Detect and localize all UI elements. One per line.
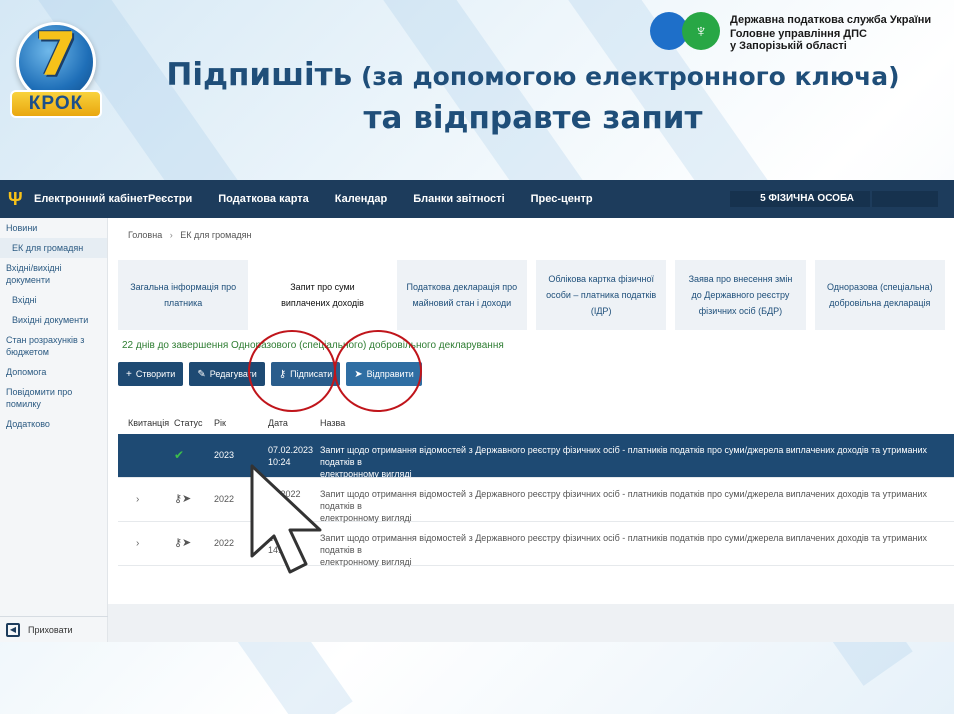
key-send-icon: ⚷➤ bbox=[174, 537, 192, 549]
trident-icon: Ψ bbox=[8, 189, 23, 209]
top-navigation: Ψ Електронний кабінет Реєстри Податкова … bbox=[0, 180, 954, 218]
brand[interactable]: Ψ Електронний кабінет bbox=[8, 180, 148, 218]
table-header: Квитанція Статус Рік Дата Назва bbox=[118, 414, 954, 434]
header-date: Дата bbox=[268, 418, 288, 428]
chevron-right-icon[interactable]: › bbox=[136, 538, 139, 549]
sidebar-item-extra[interactable]: Додатково bbox=[0, 414, 107, 434]
hide-label: Приховати bbox=[28, 624, 73, 635]
step-number: 7 bbox=[35, 20, 77, 90]
main-content: Головна › ЕК для громадян Загальна інфор… bbox=[108, 218, 954, 642]
title-main: Підпишіть bbox=[166, 57, 353, 93]
highlight-ring-send bbox=[334, 330, 422, 412]
menu-calendar[interactable]: Календар bbox=[335, 193, 387, 205]
sidebar-item-in-out-docs[interactable]: Вхідні/вихідні документи bbox=[0, 258, 107, 290]
org-line1: Державна податкова служба України bbox=[730, 14, 932, 26]
highlight-ring-sign bbox=[248, 330, 336, 412]
breadcrumb: Головна › ЕК для громадян bbox=[128, 230, 251, 240]
sidebar-item-outgoing[interactable]: Вихідні документи bbox=[0, 310, 107, 330]
sidebar-item-budget[interactable]: Стан розрахунків з бюджетом bbox=[0, 330, 107, 362]
menu-registries[interactable]: Реєстри bbox=[148, 193, 192, 205]
sidebar-item-report-error[interactable]: Повідомити про помилку bbox=[0, 382, 107, 414]
menu-press-center[interactable]: Прес-центр bbox=[531, 193, 593, 205]
title-line2: та відправте запит bbox=[363, 100, 703, 136]
org-line2: Головне управління ДПС bbox=[730, 28, 867, 40]
table-row[interactable]: › ⚷➤ 2022 02.2022 Запит щодо отримання в… bbox=[118, 478, 954, 523]
key-send-icon: ⚷➤ bbox=[174, 493, 192, 505]
header-status: Статус bbox=[174, 418, 203, 428]
breadcrumb-current: ЕК для громадян bbox=[180, 230, 252, 240]
header-name: Назва bbox=[320, 418, 346, 428]
check-icon: ✔ bbox=[174, 448, 185, 462]
slide-title: Підпишіть (за допомогою електронного клю… bbox=[118, 56, 948, 137]
card-idr[interactable]: Облікова картка фізичної особи – платник… bbox=[535, 260, 667, 330]
breadcrumb-home[interactable]: Головна bbox=[128, 230, 162, 240]
card-voluntary-declaration[interactable]: Одноразова (спеціальна) добровільна декл… bbox=[814, 260, 945, 330]
card-income-request[interactable]: Запит про суми виплачених доходів bbox=[257, 260, 388, 330]
step-badge: 7 КРОК bbox=[10, 18, 102, 118]
menu-report-forms[interactable]: Бланки звітності bbox=[413, 193, 504, 205]
content-footer bbox=[108, 604, 954, 642]
sidebar-hide-button[interactable]: ◀ Приховати bbox=[0, 616, 108, 642]
service-cards: Загальна інформація про платника Запит п… bbox=[118, 260, 954, 330]
sidebar-item-help[interactable]: Допомога bbox=[0, 362, 107, 382]
collapse-icon: ◀ bbox=[6, 622, 20, 637]
slide-header: 7 КРОК Підпишіть (за допомогою електронн… bbox=[0, 0, 954, 180]
menu-tax-map[interactable]: Податкова карта bbox=[218, 193, 309, 205]
header-receipt: Квитанція bbox=[128, 418, 170, 428]
create-button[interactable]: + Створити bbox=[118, 362, 184, 386]
pencil-icon: ✎ bbox=[197, 368, 206, 380]
brand-title: Електронний кабінет bbox=[34, 193, 148, 205]
trident-icon: ♆ bbox=[682, 12, 720, 50]
org-line3: у Запорізькій області bbox=[730, 40, 847, 52]
title-note: (за допомогою електронного ключа) bbox=[352, 62, 900, 91]
sidebar: Новини ЕК для громадян Вхідні/вихідні до… bbox=[0, 218, 108, 642]
header-year: Рік bbox=[214, 418, 226, 428]
sidebar-item-ek-citizens[interactable]: ЕК для громадян bbox=[0, 238, 107, 258]
main-menu: Реєстри Податкова карта Календар Бланки … bbox=[148, 180, 619, 218]
table-row[interactable]: › ⚷➤ 2022 202214: Запит щодо отримання в… bbox=[118, 522, 954, 567]
card-property-declaration[interactable]: Податкова декларація про майновий стан і… bbox=[396, 260, 527, 330]
step-label: КРОК bbox=[10, 90, 102, 118]
user-account[interactable]: 5 ФІЗИЧНА ОСОБА bbox=[730, 191, 870, 207]
sidebar-item-incoming[interactable]: Вхідні bbox=[0, 290, 107, 310]
app-window: Ψ Електронний кабінет Реєстри Податкова … bbox=[0, 180, 954, 642]
table-row[interactable]: ✔ 2023 07.02.2023 10:24 Запит щодо отрима… bbox=[118, 434, 954, 479]
user-menu-box[interactable] bbox=[872, 191, 938, 207]
chevron-right-icon: › bbox=[169, 230, 173, 240]
mouse-cursor-icon bbox=[250, 464, 322, 574]
sidebar-item-news[interactable]: Новини bbox=[0, 218, 107, 238]
card-general-info[interactable]: Загальна інформація про платника bbox=[118, 260, 249, 330]
card-bdr[interactable]: Заява про внесення змін до Державного ре… bbox=[675, 260, 806, 330]
dps-logo: ♆ Державна податкова служба України Голо… bbox=[650, 6, 950, 54]
chevron-right-icon[interactable]: › bbox=[136, 494, 139, 505]
plus-icon: + bbox=[126, 368, 132, 380]
